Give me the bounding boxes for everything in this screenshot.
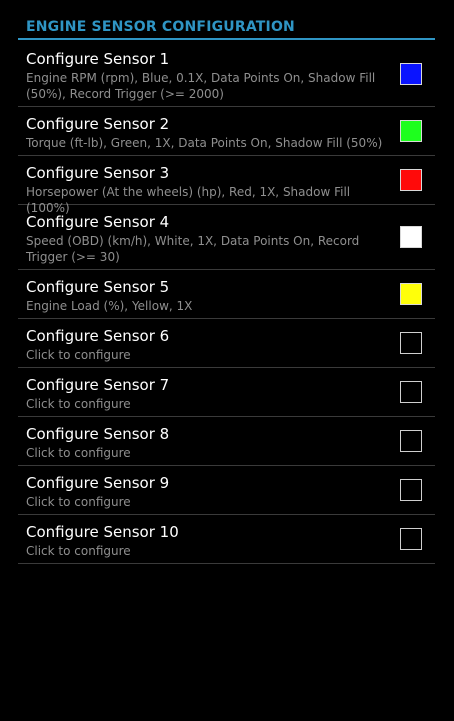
sensor-summary: Click to configure xyxy=(26,495,131,509)
sensor-title: Configure Sensor 1 xyxy=(26,50,170,68)
sensor-title: Configure Sensor 8 xyxy=(26,425,170,443)
color-swatch-icon xyxy=(400,169,422,191)
sensor-title: Configure Sensor 7 xyxy=(26,376,170,394)
screen: ENGINE SENSOR CONFIGURATION Configure Se… xyxy=(0,0,454,721)
sensor-title: Configure Sensor 4 xyxy=(26,213,170,231)
sensor-row-9[interactable]: Configure Sensor 9 Click to configure xyxy=(18,466,435,515)
sensor-row-7[interactable]: Configure Sensor 7 Click to configure xyxy=(18,368,435,417)
sensor-title: Configure Sensor 10 xyxy=(26,523,179,541)
color-swatch-icon xyxy=(400,120,422,142)
sensor-summary: Click to configure xyxy=(26,544,131,558)
sensor-summary: Click to configure xyxy=(26,397,131,411)
sensor-row-1[interactable]: Configure Sensor 1 Engine RPM (rpm), Blu… xyxy=(18,41,435,107)
sensor-row-5[interactable]: Configure Sensor 5 Engine Load (%), Yell… xyxy=(18,270,435,319)
sensor-row-6[interactable]: Configure Sensor 6 Click to configure xyxy=(18,319,435,368)
sensor-summary: Speed (OBD) (km/h), White, 1X, Data Poin… xyxy=(26,234,360,264)
sensor-title: Configure Sensor 2 xyxy=(26,115,170,133)
color-swatch-icon xyxy=(400,226,422,248)
sensor-summary: Click to configure xyxy=(26,348,131,362)
sensor-list: Configure Sensor 1 Engine RPM (rpm), Blu… xyxy=(18,41,435,564)
color-swatch-icon xyxy=(400,63,422,85)
empty-swatch-icon xyxy=(400,479,422,501)
sensor-summary: Engine Load (%), Yellow, 1X xyxy=(26,299,193,313)
section-header: ENGINE SENSOR CONFIGURATION xyxy=(18,16,435,40)
color-swatch-icon xyxy=(400,283,422,305)
sensor-row-8[interactable]: Configure Sensor 8 Click to configure xyxy=(18,417,435,466)
sensor-summary: Torque (ft-lb), Green, 1X, Data Points O… xyxy=(26,136,383,150)
sensor-title: Configure Sensor 6 xyxy=(26,327,170,345)
empty-swatch-icon xyxy=(400,528,422,550)
sensor-title: Configure Sensor 9 xyxy=(26,474,170,492)
sensor-row-2[interactable]: Configure Sensor 2 Torque (ft-lb), Green… xyxy=(18,107,435,156)
sensor-title: Configure Sensor 3 xyxy=(26,164,170,182)
sensor-summary: Click to configure xyxy=(26,446,131,460)
sensor-row-10[interactable]: Configure Sensor 10 Click to configure xyxy=(18,515,435,564)
sensor-title: Configure Sensor 5 xyxy=(26,278,170,296)
section-title: ENGINE SENSOR CONFIGURATION xyxy=(26,19,295,35)
empty-swatch-icon xyxy=(400,332,422,354)
sensor-row-4[interactable]: Configure Sensor 4 Speed (OBD) (km/h), W… xyxy=(18,205,435,270)
empty-swatch-icon xyxy=(400,381,422,403)
sensor-row-3[interactable]: Configure Sensor 3 Horsepower (At the wh… xyxy=(18,156,435,215)
sensor-summary: Engine RPM (rpm), Blue, 0.1X, Data Point… xyxy=(26,71,376,101)
empty-swatch-icon xyxy=(400,430,422,452)
